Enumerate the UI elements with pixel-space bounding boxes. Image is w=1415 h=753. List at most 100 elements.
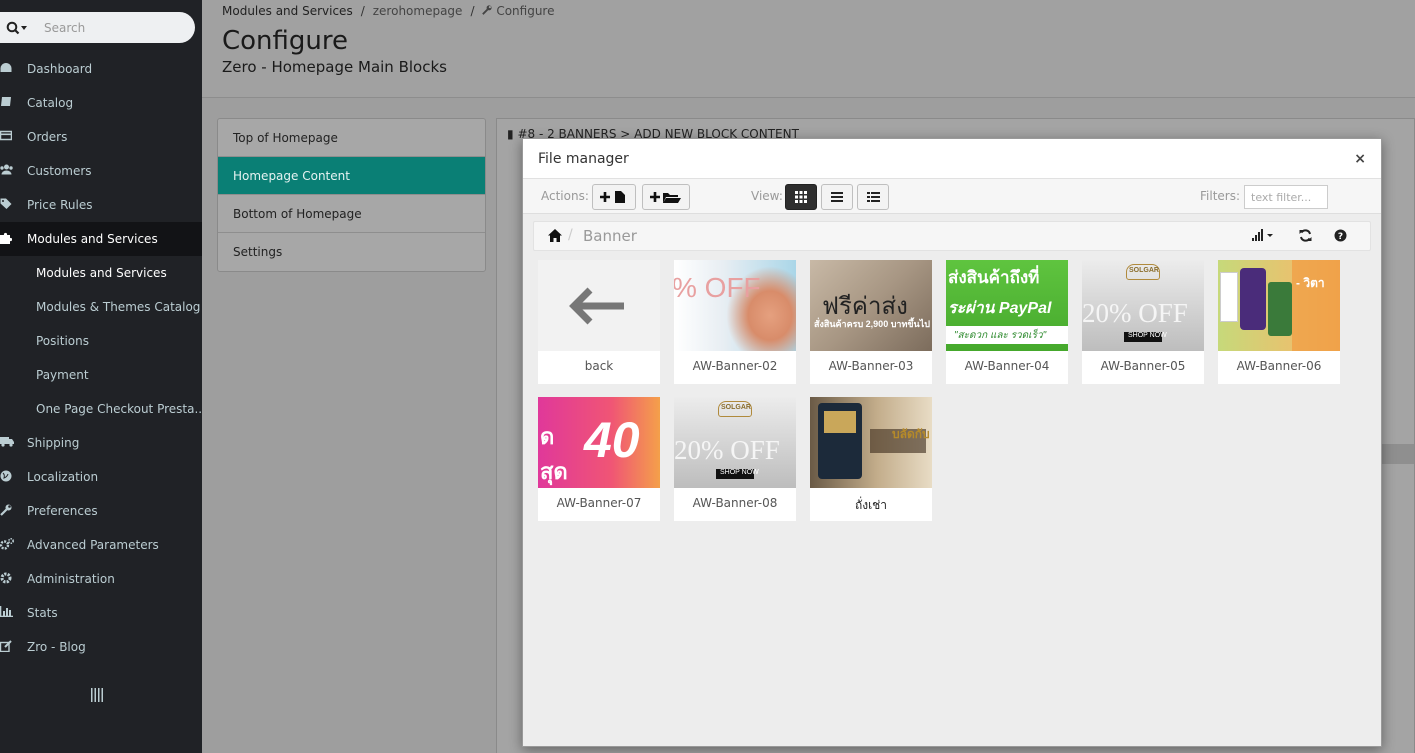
nav-item-localization[interactable]: Localization [0, 460, 202, 494]
banner-text: % OFF [674, 272, 761, 303]
customers-icon [0, 164, 27, 178]
file-name: AW-Banner-08 [692, 496, 778, 510]
nav-item-shipping[interactable]: Shipping [0, 426, 202, 460]
tab-top-of-homepage[interactable]: Top of Homepage [218, 119, 485, 157]
banner-thumbnail: SOLGAR 20% OFF SHOP NOW [1082, 260, 1204, 351]
file-item-aw-banner-06[interactable]: - วิตา AW-Banner-06 [1218, 260, 1340, 384]
search-input[interactable] [44, 20, 174, 35]
file-name: AW-Banner-04 [964, 359, 1050, 373]
view-list-button[interactable] [821, 184, 853, 210]
nav-label: Preferences [27, 504, 98, 518]
dashboard-icon [0, 62, 27, 76]
file-name: AW-Banner-05 [1100, 359, 1186, 373]
refresh-icon[interactable] [1299, 229, 1312, 245]
wrench-icon [482, 4, 493, 18]
list-icon [831, 192, 843, 202]
pencil-icon [0, 639, 27, 655]
banner-text: 40 [584, 412, 640, 468]
banner-brand: SOLGAR [721, 404, 751, 411]
nav-item-dashboard[interactable]: Dashboard [0, 52, 202, 86]
sidebar-collapse-icon[interactable] [91, 688, 103, 706]
close-icon[interactable]: × [1354, 151, 1366, 167]
nav-label: Orders [27, 130, 68, 144]
view-grid-button[interactable] [785, 184, 817, 210]
subnav-payment[interactable]: Payment [0, 358, 202, 392]
wrench-icon [0, 504, 27, 519]
nav-item-zro-blog[interactable]: Zro - Blog [0, 630, 202, 664]
file-item-aw-banner-03[interactable]: ฟรีค่าส่ง สั่งสินค้าครบ 2,900 บาทขึ้นไป … [810, 260, 932, 384]
tab-homepage-content[interactable]: Homepage Content [218, 157, 485, 195]
filter-input[interactable] [1244, 185, 1328, 209]
svg-text:?: ? [1338, 232, 1343, 242]
banner-thumbnail: บลัดกับ [810, 397, 932, 488]
file-item-aw-banner-02[interactable]: % OFF AW-Banner-02 [674, 260, 796, 384]
nav-label: Administration [27, 572, 115, 586]
search-icon[interactable] [0, 21, 44, 35]
file-item-aw-banner-08[interactable]: SOLGAR 20% OFF SHOP NOW AW-Banner-08 [674, 397, 796, 521]
nav-item-customers[interactable]: Customers [0, 154, 202, 188]
subnav-modules-and-services[interactable]: Modules and Services [0, 256, 202, 290]
help-icon[interactable]: ? [1334, 229, 1347, 245]
file-name: back [584, 359, 614, 373]
price-rules-icon [0, 198, 27, 212]
file-item-aw-banner-05[interactable]: SOLGAR 20% OFF SHOP NOW AW-Banner-05 [1082, 260, 1204, 384]
banner-tagline: "สะดวก และ รวดเร็ว" [954, 330, 1047, 341]
nav-item-advanced-parameters[interactable]: Advanced Parameters [0, 528, 202, 562]
nav-label: Catalog [27, 96, 74, 110]
puzzle-icon [0, 232, 27, 247]
nav-label: Shipping [27, 436, 80, 450]
stats-icon [0, 606, 27, 620]
new-folder-button[interactable] [642, 184, 690, 210]
view-label: View: [751, 189, 783, 203]
subnav-one-page-checkout[interactable]: One Page Checkout Presta... [0, 392, 202, 426]
nav-label: Localization [27, 470, 99, 484]
view-columns-button[interactable] [857, 184, 889, 210]
breadcrumb-configure: Configure [496, 4, 555, 18]
banner-subtext: SHOP NOW [720, 469, 759, 476]
nav-label: Modules and Services [27, 232, 158, 246]
nav-label: Advanced Parameters [27, 538, 159, 552]
nav-item-catalog[interactable]: Catalog [0, 86, 202, 120]
path-separator: / [568, 227, 573, 243]
tab-settings[interactable]: Settings [218, 233, 485, 271]
nav-item-administration[interactable]: Administration [0, 562, 202, 596]
nav-item-price-rules[interactable]: Price Rules [0, 188, 202, 222]
subnav-modules-themes-catalog[interactable]: Modules & Themes Catalog [0, 290, 202, 324]
nav-item-orders[interactable]: Orders [0, 120, 202, 154]
upload-file-button[interactable] [592, 184, 636, 210]
file-item-back[interactable]: back [538, 260, 660, 384]
banner-thumbnail: ฟรีค่าส่ง สั่งสินค้าครบ 2,900 บาทขึ้นไป [810, 260, 932, 351]
sidebar: Dashboard Catalog Orders Customers Price… [0, 0, 202, 753]
nav-item-preferences[interactable]: Preferences [0, 494, 202, 528]
grid-icon [795, 191, 807, 203]
nav-label: Zro - Blog [27, 640, 86, 654]
globe-icon [0, 470, 27, 485]
search-box[interactable] [0, 12, 195, 43]
tab-bottom-of-homepage[interactable]: Bottom of Homepage [218, 195, 485, 233]
page-header: Modules and Services / zerohomepage / Confi… [202, 0, 1415, 98]
banner-subtext: SHOP NOW [1128, 332, 1167, 339]
modal-header: File manager × [523, 139, 1381, 179]
banner-text: - วิตา [1296, 276, 1325, 290]
file-item-cordyceps[interactable]: บลัดกับ ถั่งเช่า [810, 397, 932, 521]
sort-icon[interactable] [1252, 229, 1276, 244]
truck-icon [0, 436, 27, 450]
home-icon[interactable] [548, 229, 562, 246]
nav-item-stats[interactable]: Stats [0, 596, 202, 630]
banner-text: 20% OFF [674, 435, 780, 465]
breadcrumb-zerohomepage[interactable]: zerohomepage [373, 4, 463, 18]
file-item-aw-banner-07[interactable]: ดสุด 40 AW-Banner-07 [538, 397, 660, 521]
banner-subtext: ระผ่าน PayPal [948, 300, 1052, 317]
file-name: AW-Banner-03 [828, 359, 914, 373]
breadcrumb-modules[interactable]: Modules and Services [222, 4, 353, 18]
filters-label: Filters: [1200, 189, 1241, 203]
nav-item-modules[interactable]: Modules and Services [0, 222, 202, 256]
file-item-aw-banner-04[interactable]: ส่งสินค้าถึงที่ ระผ่าน PayPal "สะดวก และ… [946, 260, 1068, 384]
gears-icon [0, 537, 27, 553]
banner-brand: SOLGAR [1129, 267, 1159, 274]
subnav-positions[interactable]: Positions [0, 324, 202, 358]
back-icon [538, 260, 660, 351]
folder-path-bar: / Banner ? [533, 221, 1371, 251]
actions-label: Actions: [541, 189, 589, 203]
add-folder-icon [650, 192, 681, 203]
